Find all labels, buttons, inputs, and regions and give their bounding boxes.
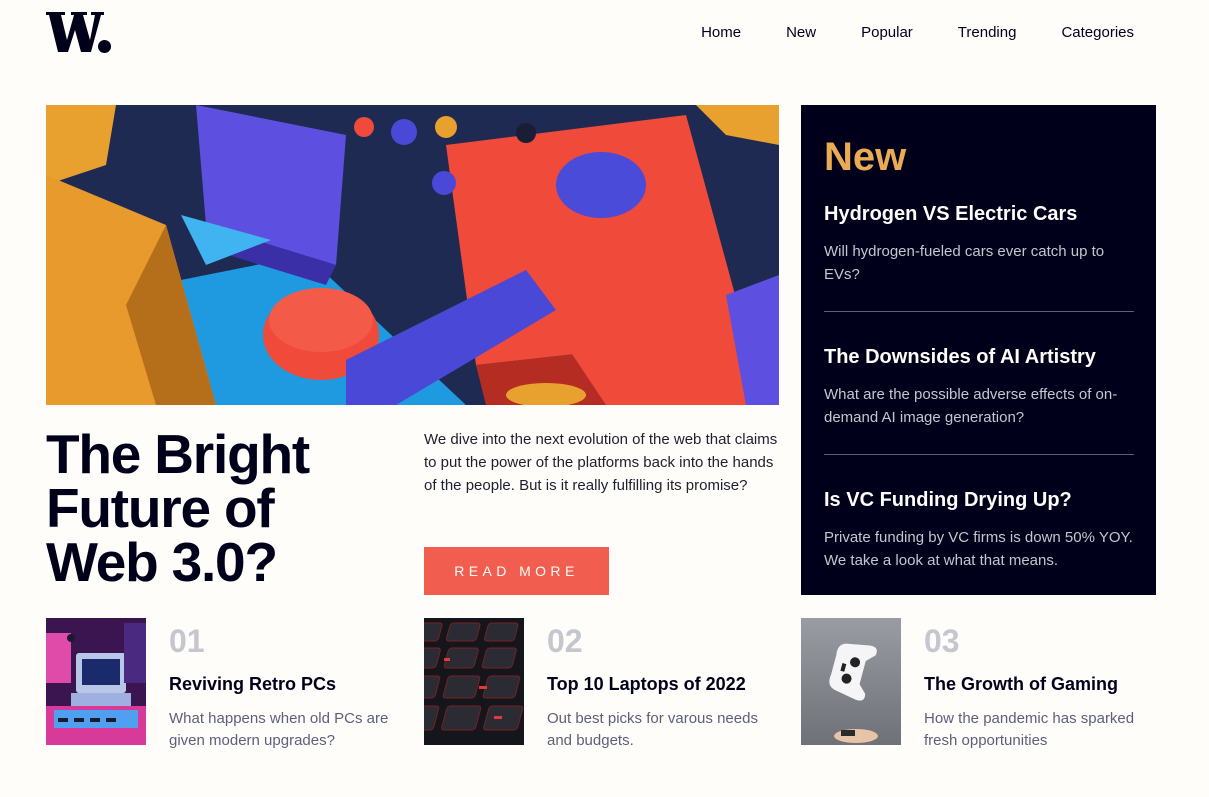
new-item[interactable]: Hydrogen VS Electric Cars Will hydrogen-… — [824, 202, 1134, 312]
new-item[interactable]: Is VC Funding Drying Up? Private funding… — [824, 488, 1134, 597]
read-more-button[interactable]: READ MORE — [424, 547, 609, 595]
hero-description: We dive into the next evolution of the w… — [424, 431, 778, 494]
hero-image — [46, 105, 779, 405]
card-body: 03 The Growth of Gaming How the pandemic… — [924, 618, 1156, 749]
laptop-keyboard-thumbnail — [424, 618, 524, 745]
article-card[interactable]: 02 Top 10 Laptops of 2022 Out best picks… — [424, 618, 779, 749]
main-nav: Home New Popular Trending Categories — [701, 24, 1134, 42]
card-body: 01 Reviving Retro PCs What happens when … — [169, 618, 401, 749]
hero-title: The Bright Future of Web 3.0? — [46, 423, 310, 593]
card-number: 01 — [169, 623, 205, 659]
new-item-title[interactable]: The Downsides of AI Artistry — [824, 345, 1134, 369]
article-card[interactable]: 03 The Growth of Gaming How the pandemic… — [801, 618, 1156, 749]
card-title[interactable]: Reviving Retro PCs — [169, 673, 401, 695]
nav-popular[interactable]: Popular — [861, 24, 913, 42]
card-desc: Out best picks for varous needs and budg… — [547, 710, 758, 749]
gaming-controller-thumbnail — [801, 618, 901, 745]
card-desc: How the pandemic has sparked fresh oppor… — [924, 710, 1135, 749]
new-heading: New — [824, 135, 907, 179]
new-item-title[interactable]: Is VC Funding Drying Up? — [824, 488, 1134, 512]
article-card[interactable]: 01 Reviving Retro PCs What happens when … — [46, 618, 401, 749]
card-desc: What happens when old PCs are given mode… — [169, 710, 389, 749]
new-item[interactable]: The Downsides of AI Artistry What are th… — [824, 345, 1134, 455]
card-number: 02 — [547, 623, 583, 659]
logo-mark — [46, 12, 111, 53]
card-number: 03 — [924, 623, 960, 659]
new-item-desc: Will hydrogen-fueled cars ever catch up … — [824, 243, 1105, 283]
nav-new[interactable]: New — [786, 24, 816, 42]
site-logo[interactable] — [46, 12, 112, 54]
card-title[interactable]: Top 10 Laptops of 2022 — [547, 673, 779, 695]
retro-pc-thumbnail — [46, 618, 146, 745]
nav-trending[interactable]: Trending — [958, 24, 1017, 42]
nav-home[interactable]: Home — [701, 24, 741, 42]
new-panel: New Hydrogen VS Electric Cars Will hydro… — [801, 105, 1156, 595]
new-item-desc: What are the possible adverse effects of… — [824, 386, 1118, 426]
new-item-title[interactable]: Hydrogen VS Electric Cars — [824, 202, 1134, 226]
card-title[interactable]: The Growth of Gaming — [924, 673, 1156, 695]
new-item-desc: Private funding by VC firms is down 50% … — [824, 529, 1133, 569]
card-body: 02 Top 10 Laptops of 2022 Out best picks… — [547, 618, 779, 749]
nav-categories[interactable]: Categories — [1061, 24, 1134, 42]
